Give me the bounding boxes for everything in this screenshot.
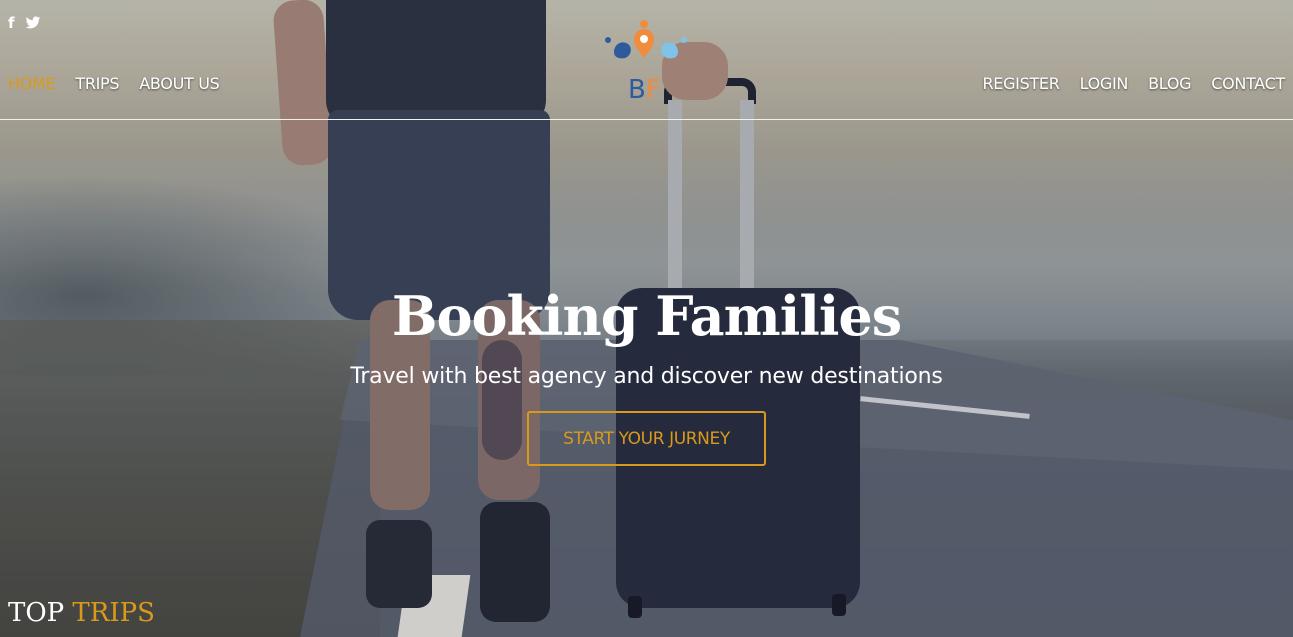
nav-about-us[interactable]: ABOUT US xyxy=(139,74,220,93)
hero-title: Booking Families xyxy=(391,284,902,348)
logo-letter-f: F xyxy=(646,75,661,102)
top-trips-heading: TOP TRIPS xyxy=(8,598,155,628)
logo-letter-b: B xyxy=(628,75,646,102)
nav-contact[interactable]: CONTACT xyxy=(1211,74,1285,93)
account-nav: REGISTER LOGIN BLOG CONTACT xyxy=(982,74,1285,93)
hero-subtitle: Travel with best agency and discover new… xyxy=(350,364,943,389)
header-divider xyxy=(0,119,1293,120)
nav-blog[interactable]: BLOG xyxy=(1148,74,1191,93)
twitter-icon[interactable] xyxy=(25,16,41,30)
nav-home[interactable]: HOME xyxy=(8,74,56,93)
start-journey-button[interactable]: START YOUR JURNEY xyxy=(527,411,766,466)
section-title-part2: TRIPS xyxy=(72,598,155,628)
primary-nav: HOME TRIPS ABOUT US xyxy=(8,74,220,93)
social-links: f xyxy=(8,14,41,32)
facebook-icon[interactable]: f xyxy=(8,14,15,32)
nav-login[interactable]: LOGIN xyxy=(1080,74,1129,93)
section-title-part1: TOP xyxy=(8,598,65,628)
brand-logo[interactable]: B F xyxy=(600,18,692,105)
nav-register[interactable]: REGISTER xyxy=(982,74,1059,93)
map-pin-people-logo: B F xyxy=(605,20,687,105)
nav-trips[interactable]: TRIPS xyxy=(75,74,119,93)
